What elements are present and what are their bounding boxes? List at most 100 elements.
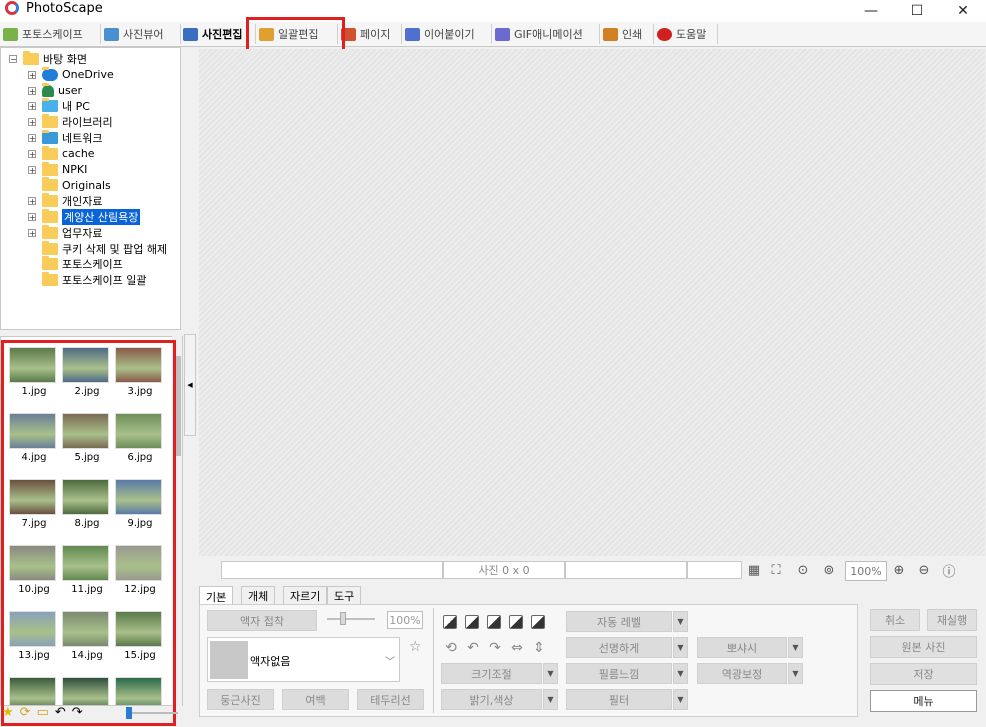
corner-style-3-icon[interactable] — [487, 615, 501, 629]
zoom-fit-icon[interactable]: ⊚ — [820, 561, 838, 579]
tree-item[interactable]: Originals — [28, 177, 111, 193]
collapse-panel-button[interactable]: ◀ — [184, 334, 196, 436]
bokeh-dropdown-icon[interactable]: ▼ — [788, 637, 803, 658]
frame-fit-button[interactable]: 액자 접착 — [207, 610, 317, 631]
tree-item[interactable]: + 내 PC — [28, 98, 90, 114]
folder-refresh-icon[interactable]: ⟳ — [20, 705, 31, 720]
info-icon[interactable]: ⓘ — [940, 561, 958, 580]
maximize-button[interactable]: ☐ — [894, 0, 940, 22]
subtab-crop[interactable]: 자르기 — [283, 586, 328, 605]
expand-icon[interactable]: + — [28, 213, 36, 222]
open-folder-icon[interactable]: ▭ — [37, 705, 49, 720]
frame-slider-handle[interactable] — [340, 612, 346, 625]
rotate-left-icon[interactable]: ↶ — [465, 640, 481, 656]
tree-item[interactable]: + 업무자료 — [28, 224, 102, 241]
collapse-icon[interactable]: − — [9, 55, 17, 64]
filter-button[interactable]: 필터 — [566, 689, 672, 710]
minimize-button[interactable]: — — [848, 0, 894, 22]
tab-help[interactable]: 도움말 — [654, 24, 718, 44]
resize-dropdown-icon[interactable]: ▼ — [543, 663, 558, 684]
tab-gif-animation[interactable]: GIF애니메이션 — [492, 24, 600, 44]
sharpen-button[interactable]: 선명하게 — [566, 637, 672, 658]
auto-level-dropdown-icon[interactable]: ▼ — [673, 611, 688, 632]
expand-icon[interactable]: + — [28, 86, 36, 95]
expand-icon[interactable]: + — [28, 70, 36, 79]
expand-icon[interactable]: + — [28, 197, 36, 206]
thumbnail-size-slider[interactable] — [118, 706, 178, 720]
redo-button[interactable]: 재실행 — [927, 609, 977, 631]
filter-dropdown-icon[interactable]: ▼ — [673, 689, 688, 710]
tab-page[interactable]: 페이지 — [338, 24, 402, 44]
save-button[interactable]: 저장 — [870, 663, 977, 685]
star-icon[interactable]: ☆ — [409, 639, 422, 655]
tree-item[interactable]: 포토스케이프 — [28, 256, 123, 272]
border-line-button[interactable]: 테두리선 — [357, 689, 424, 710]
tree-item[interactable]: + 계양산 산림욕장 — [28, 209, 141, 225]
original-photo-button[interactable]: 원본 사진 — [870, 636, 977, 658]
zoom-out-icon[interactable]: ⊖ — [915, 561, 933, 579]
tree-item-label: Originals — [62, 178, 111, 192]
frame-select[interactable]: 액자없음 ﹀ — [207, 637, 400, 682]
expand-icon[interactable]: + — [28, 228, 36, 237]
expand-icon[interactable]: + — [28, 118, 36, 127]
favorite-star-icon[interactable]: ★ — [2, 705, 14, 720]
tab-editor[interactable]: 사진편집 — [180, 24, 256, 44]
film-dropdown-icon[interactable]: ▼ — [673, 663, 688, 684]
backlight-dropdown-icon[interactable]: ▼ — [788, 663, 803, 684]
tab-viewer[interactable]: 사진뷰어 — [101, 24, 181, 44]
expand-icon[interactable]: + — [28, 134, 36, 143]
round-photo-button[interactable]: 둥근사진 — [207, 689, 274, 710]
tree-item[interactable]: 쿠키 삭제 및 팝업 해제 — [28, 240, 167, 257]
fit-screen-icon[interactable]: ⛶ — [767, 561, 785, 579]
corner-style-2-icon[interactable] — [465, 615, 479, 629]
tab-photoscape[interactable]: 포토스케이프 — [0, 24, 101, 44]
expand-icon[interactable]: + — [28, 102, 36, 111]
corner-style-5-icon[interactable] — [531, 615, 545, 629]
close-button[interactable]: ✕ — [940, 0, 986, 22]
bokeh-button[interactable]: 뽀샤시 — [697, 637, 787, 658]
tab-print[interactable]: 인쇄 — [600, 24, 654, 44]
expand-icon[interactable]: + — [28, 165, 36, 174]
flip-horizontal-icon[interactable]: ⇔ — [509, 640, 525, 656]
flip-vertical-icon[interactable]: ⇕ — [531, 640, 547, 656]
tab-combine[interactable]: 이어붙이기 — [402, 24, 492, 44]
tree-item[interactable]: + NPKI — [28, 161, 87, 178]
corner-style-4-icon[interactable] — [509, 615, 523, 629]
backlight-button[interactable]: 역광보정 — [697, 663, 787, 684]
photo-canvas[interactable] — [199, 49, 985, 556]
back-arrow-icon[interactable]: ↶ — [55, 705, 66, 720]
rotate-right-icon[interactable]: ↷ — [487, 640, 503, 656]
subtab-tools[interactable]: 도구 — [327, 586, 362, 605]
film-effect-button[interactable]: 필름느낌 — [566, 663, 672, 684]
actual-size-icon[interactable]: ⊙ — [794, 561, 812, 579]
subtab-basic[interactable]: 기본 — [199, 586, 234, 606]
brightness-color-button[interactable]: 밝기,색상 — [441, 689, 542, 710]
brightness-dropdown-icon[interactable]: ▼ — [543, 689, 558, 710]
frame-slider[interactable] — [327, 618, 375, 620]
frame-percent-field[interactable]: 100% — [387, 611, 423, 629]
forward-arrow-icon[interactable]: ↷ — [72, 705, 83, 720]
tree-item[interactable]: + 네트워크 — [28, 130, 102, 146]
corner-style-1-icon[interactable] — [443, 615, 457, 629]
undo-button[interactable]: 취소 — [870, 609, 920, 631]
checker-icon[interactable]: ▦ — [745, 561, 763, 579]
resize-button[interactable]: 크기조절 — [441, 663, 542, 684]
tree-item[interactable]: + cache — [28, 145, 95, 162]
tree-item[interactable]: 포토스케이프 일괄 — [28, 272, 146, 288]
tree-item[interactable]: − 바탕 화면 — [9, 51, 87, 67]
auto-level-button[interactable]: 자동 레벨 — [566, 611, 672, 632]
tree-item[interactable]: + 라이브러리 — [28, 114, 113, 130]
tree-item[interactable]: + OneDrive — [28, 66, 114, 83]
folder-icon — [42, 177, 58, 192]
zoom-in-icon[interactable]: ⊕ — [890, 561, 908, 579]
margin-button[interactable]: 여백 — [282, 689, 349, 710]
subtab-object[interactable]: 개체 — [241, 586, 276, 605]
rotate-free-icon[interactable]: ⟲ — [443, 640, 459, 656]
tree-item[interactable]: + user — [28, 82, 82, 99]
zoom-level[interactable]: 100% — [845, 561, 887, 581]
thumbnail-size-handle[interactable] — [126, 707, 132, 719]
menu-button[interactable]: 메뉴 — [870, 690, 977, 712]
sharpen-dropdown-icon[interactable]: ▼ — [673, 637, 688, 658]
expand-icon[interactable]: + — [28, 149, 36, 158]
tree-item[interactable]: + 개인자료 — [28, 193, 102, 209]
